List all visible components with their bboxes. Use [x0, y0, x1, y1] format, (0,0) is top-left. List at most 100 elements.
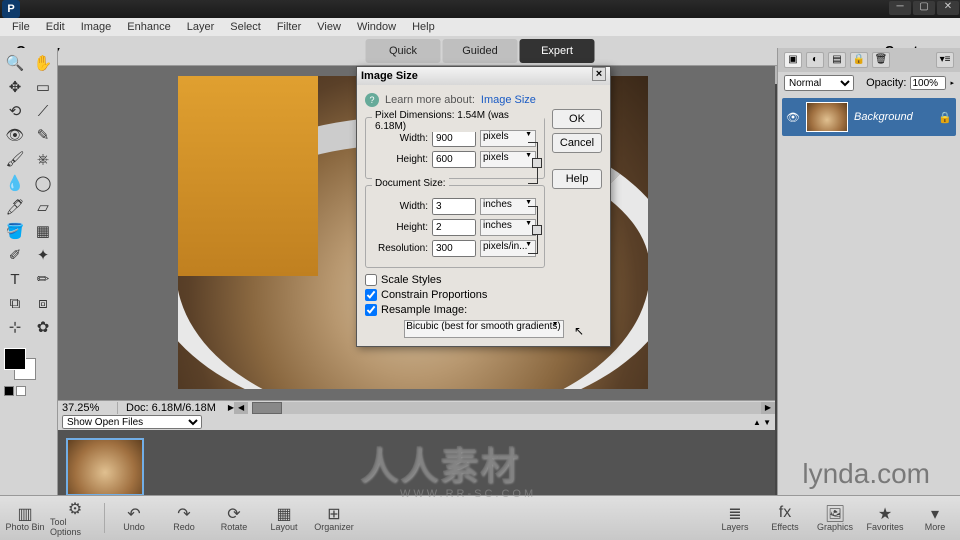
- zoom-tool-icon[interactable]: 🔍: [2, 52, 28, 74]
- swap-colors-icon[interactable]: [16, 386, 26, 396]
- zoom-level[interactable]: 37.25%: [58, 402, 118, 414]
- lock-icon[interactable]: 🔒: [938, 111, 952, 124]
- organizer-button[interactable]: ⊞Organizer: [309, 498, 359, 538]
- window-maximize[interactable]: ▢: [913, 1, 935, 15]
- scroll-right-icon[interactable]: ▶: [761, 402, 775, 414]
- more-button[interactable]: ▾More: [910, 498, 960, 538]
- straighten-tool-icon[interactable]: ⊹: [2, 316, 28, 338]
- recompose-tool-icon[interactable]: ⧈: [30, 292, 56, 314]
- redeye-tool-icon[interactable]: 👁: [2, 124, 28, 146]
- window-close[interactable]: ✕: [937, 1, 959, 15]
- menubar: File Edit Image Enhance Layer Select Fil…: [0, 18, 960, 36]
- horizontal-scrollbar[interactable]: [252, 402, 761, 414]
- shape-tool-icon[interactable]: ✦: [30, 244, 56, 266]
- brush-tool-icon[interactable]: 🖊: [2, 196, 28, 218]
- quick-select-tool-icon[interactable]: ⟋: [30, 100, 56, 122]
- opacity-input[interactable]: [910, 76, 946, 90]
- layer-thumbnail[interactable]: [806, 102, 848, 132]
- foreground-color[interactable]: [4, 348, 26, 370]
- move-tool-icon[interactable]: ✥: [2, 76, 28, 98]
- constrain-check[interactable]: [365, 289, 377, 301]
- opacity-flyout-icon[interactable]: ▸: [950, 79, 954, 87]
- layers-button[interactable]: ≣Layers: [710, 498, 760, 538]
- gradient-tool-icon[interactable]: ▦: [30, 220, 56, 242]
- px-width-input[interactable]: [432, 130, 476, 147]
- panel-tab-adjust-icon[interactable]: ◐: [806, 52, 824, 68]
- photo-bin-thumbnail[interactable]: [66, 438, 144, 496]
- graphics-button[interactable]: 🖼Graphics: [810, 498, 860, 538]
- resolution-input[interactable]: [432, 240, 476, 257]
- redo-button[interactable]: ↷Redo: [159, 498, 209, 538]
- open-files-select[interactable]: Show Open Files: [62, 415, 202, 429]
- doc-height-input[interactable]: [432, 219, 476, 236]
- menu-help[interactable]: Help: [404, 21, 443, 33]
- mode-expert[interactable]: Expert: [520, 39, 595, 63]
- scroll-left-icon[interactable]: ◀: [234, 402, 248, 414]
- menu-view[interactable]: View: [309, 21, 349, 33]
- toolbox: 🔍 ✋ ✥ ▭ ⟲ ⟋ 👁 ✎ 🖌 ⎈ 💧 ◯ 🖊 ▱ 🪣 ▦ ✐ ✦ T ✏ …: [0, 48, 58, 495]
- marquee-tool-icon[interactable]: ▭: [30, 76, 56, 98]
- panel-tab-new-layer-icon[interactable]: ▣: [784, 52, 802, 68]
- type-tool-icon[interactable]: T: [2, 268, 28, 290]
- color-swatch[interactable]: [4, 348, 36, 380]
- layer-name[interactable]: Background: [854, 111, 932, 123]
- panel-tab-mask-icon[interactable]: ▤: [828, 52, 846, 68]
- opacity-label: Opacity:: [866, 77, 906, 89]
- menu-layer[interactable]: Layer: [179, 21, 223, 33]
- help-button[interactable]: Help: [552, 169, 602, 189]
- layer-row[interactable]: 👁 Background 🔒: [782, 98, 956, 136]
- menu-image[interactable]: Image: [73, 21, 120, 33]
- eyedropper-tool-icon[interactable]: ✐: [2, 244, 28, 266]
- photo-bin-button[interactable]: ▥Photo Bin: [0, 498, 50, 538]
- cookie-cutter-tool-icon[interactable]: ✿: [30, 316, 56, 338]
- ok-button[interactable]: OK: [552, 109, 602, 129]
- mode-quick[interactable]: Quick: [366, 39, 441, 63]
- hand-tool-icon[interactable]: ✋: [30, 52, 56, 74]
- tool-options-button[interactable]: ⚙Tool Options: [50, 498, 100, 538]
- layout-button[interactable]: ▦Layout: [259, 498, 309, 538]
- resample-method-select[interactable]: Bicubic (best for smooth gradients): [404, 320, 564, 338]
- panel-tab-lock-icon[interactable]: 🔒: [850, 52, 868, 68]
- crop-tool-icon[interactable]: ⧉: [2, 292, 28, 314]
- paint-bucket-tool-icon[interactable]: 🪣: [2, 220, 28, 242]
- link-icon-2[interactable]: [528, 206, 538, 254]
- link-icon[interactable]: [528, 142, 538, 184]
- menu-window[interactable]: Window: [349, 21, 404, 33]
- resample-label: Resample Image:: [381, 304, 467, 316]
- blur-tool-icon[interactable]: 💧: [2, 172, 28, 194]
- lasso-tool-icon[interactable]: ⟲: [2, 100, 28, 122]
- scale-styles-check[interactable]: [365, 274, 377, 286]
- rotate-button[interactable]: ⟳Rotate: [209, 498, 259, 538]
- blend-mode-select[interactable]: Normal: [784, 75, 854, 91]
- doc-height-label: Height:: [372, 222, 428, 233]
- doc-width-input[interactable]: [432, 198, 476, 215]
- clone-tool-icon[interactable]: ⎈: [30, 148, 56, 170]
- menu-file[interactable]: File: [4, 21, 38, 33]
- sponge-tool-icon[interactable]: ◯: [30, 172, 56, 194]
- panel-tab-trash-icon[interactable]: 🗑: [872, 52, 890, 68]
- spot-heal-tool-icon[interactable]: ✎: [30, 124, 56, 146]
- layers-panel: ▣ ◐ ▤ 🔒 🗑 ▾≡ Normal Opacity: ▸ 👁 Backgro…: [777, 48, 960, 495]
- cancel-button[interactable]: Cancel: [552, 133, 602, 153]
- mode-guided[interactable]: Guided: [443, 39, 518, 63]
- smart-brush-tool-icon[interactable]: 🖌: [2, 148, 28, 170]
- learn-link[interactable]: Image Size: [481, 94, 536, 106]
- window-minimize[interactable]: ─: [889, 1, 911, 15]
- menu-edit[interactable]: Edit: [38, 21, 73, 33]
- dialog-close-icon[interactable]: ×: [592, 67, 606, 81]
- pencil-tool-icon[interactable]: ✏: [30, 268, 56, 290]
- undo-button[interactable]: ↶Undo: [109, 498, 159, 538]
- menu-select[interactable]: Select: [222, 21, 269, 33]
- visibility-icon[interactable]: 👁: [786, 111, 800, 124]
- default-colors-icon[interactable]: [4, 386, 14, 396]
- effects-button[interactable]: fxEffects: [760, 498, 810, 538]
- menu-enhance[interactable]: Enhance: [119, 21, 178, 33]
- eraser-tool-icon[interactable]: ▱: [30, 196, 56, 218]
- image-size-dialog: Image Size × OK Cancel Help ? Learn more…: [356, 66, 611, 347]
- panel-menu-icon[interactable]: ▾≡: [936, 52, 954, 68]
- resample-check[interactable]: [365, 304, 377, 316]
- collapse-bin-icon[interactable]: ▲ ▼: [753, 418, 771, 427]
- px-height-input[interactable]: [432, 151, 476, 168]
- menu-filter[interactable]: Filter: [269, 21, 309, 33]
- favorites-button[interactable]: ★Favorites: [860, 498, 910, 538]
